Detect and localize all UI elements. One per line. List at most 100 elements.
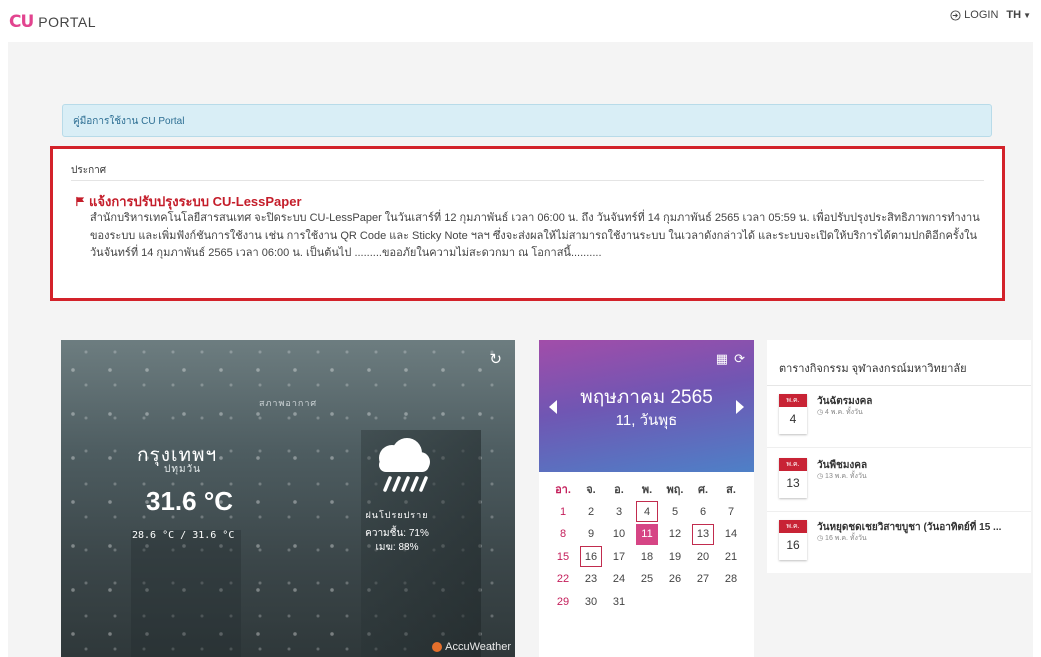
caret-down-icon: ▼ <box>1023 10 1031 20</box>
calendar-day-number: 22 <box>556 573 570 586</box>
calendar-day[interactable]: 9 <box>577 523 605 546</box>
calendar-day[interactable]: 28 <box>717 568 745 591</box>
calendar-day-number: 18 <box>640 550 654 563</box>
accuweather-label: AccuWeather <box>445 641 511 653</box>
event-month: พ.ค. <box>779 394 807 407</box>
calendar-day-number: 11 <box>636 523 658 545</box>
calendar-day-number: 8 <box>559 528 567 541</box>
calendar-day[interactable]: 12 <box>661 523 689 546</box>
calendar-day[interactable]: 24 <box>605 568 633 591</box>
calendar-day[interactable]: 7 <box>717 501 745 524</box>
event-date-badge: พ.ค. 4 <box>779 394 807 434</box>
event-date: 4 <box>789 412 797 426</box>
calendar-day-number: 21 <box>724 550 738 563</box>
calendar-day[interactable]: 29 <box>549 591 577 614</box>
calendar-day-number: 10 <box>612 528 626 541</box>
accuweather-link[interactable]: AccuWeather <box>432 641 511 653</box>
weather-temp-range: 28.6 °C / 31.6 °C <box>132 530 235 541</box>
top-header: CU PORTAL LOGIN TH ▼ <box>0 0 1041 42</box>
announcement-body: สำนักบริหารเทคโนโลยีสารสนเทศ จะปิดระบบ C… <box>90 212 980 259</box>
event-date: 13 <box>786 476 800 490</box>
language-label: TH <box>1006 9 1022 21</box>
weather-label: สภาพอากาศ <box>259 398 318 408</box>
accuweather-sun-icon <box>432 642 443 652</box>
weather-district: ปทุมวัน <box>164 464 201 475</box>
calendar-header: ▦ ⟳ พฤษภาคม 2565 11, วันพุธ <box>539 340 754 472</box>
calendar-day[interactable]: 13 <box>689 523 717 546</box>
calendar-day[interactable]: 23 <box>577 568 605 591</box>
weather-widget: ↻ สภาพอากาศ กรุงเทพฯ ปทุมวัน 31.6 °C 28.… <box>61 340 515 657</box>
event-month: พ.ค. <box>779 458 807 471</box>
calendar-day[interactable]: 31 <box>605 591 633 614</box>
weather-temperature: 31.6 °C <box>146 486 234 516</box>
event-item[interactable]: พ.ค. 13 วันพืชมงคล ◷ 13 พ.ค. ทั้งวัน <box>779 458 1024 503</box>
calendar-day[interactable]: 14 <box>717 523 745 546</box>
calendar-day[interactable]: 20 <box>689 546 717 569</box>
calendar-day[interactable]: 1 <box>549 501 577 524</box>
divider <box>767 385 1031 386</box>
manual-link[interactable]: คู่มือการใช้งาน CU Portal <box>62 104 992 137</box>
calendar-day[interactable]: 5 <box>661 501 689 524</box>
language-dropdown[interactable]: TH ▼ <box>1006 9 1031 21</box>
calendar-day[interactable]: 8 <box>549 523 577 546</box>
calendar-day[interactable]: 27 <box>689 568 717 591</box>
calendar-grid: อา. จ. อ. พ. พฤ. ศ. ส. 1 2 3 4 5 6 7 8 9 10 11 12 13 14 15 16 1… <box>549 478 747 613</box>
announcement-title-text: แจ้งการปรับปรุงระบบ CU-LessPaper <box>89 194 302 209</box>
announcement-panel: ประกาศ แจ้งการปรับปรุงระบบ CU-LessPaper … <box>50 146 1005 301</box>
calendar-day[interactable]: 25 <box>633 568 661 591</box>
calendar-day[interactable]: 19 <box>661 546 689 569</box>
calendar-day[interactable]: 3 <box>605 501 633 524</box>
calendar-day-number: 24 <box>612 573 626 586</box>
event-item[interactable]: พ.ค. 4 วันฉัตรมงคล ◷ 4 พ.ค. ทั้งวัน <box>779 394 1024 439</box>
calendar-day-number: 3 <box>615 505 623 518</box>
announcement-title[interactable]: แจ้งการปรับปรุงระบบ CU-LessPaper <box>75 191 302 212</box>
weekday-header: อ. <box>614 484 624 497</box>
event-date-badge: พ.ค. 16 <box>779 520 807 560</box>
event-date-badge: พ.ค. 13 <box>779 458 807 498</box>
calendar-day-number: 5 <box>671 505 679 518</box>
background-building <box>131 530 241 657</box>
calendar-day[interactable]: 17 <box>605 546 633 569</box>
calendar-day[interactable]: 26 <box>661 568 689 591</box>
login-icon <box>950 9 961 21</box>
calendar-icon[interactable]: ▦ <box>716 351 728 367</box>
calendar-day[interactable]: 16 <box>577 546 605 569</box>
calendar-day[interactable]: 10 <box>605 523 633 546</box>
divider <box>767 447 1031 448</box>
calendar-day-today[interactable]: 11 <box>633 523 661 546</box>
calendar-day[interactable]: 22 <box>549 568 577 591</box>
refresh-icon[interactable]: ⟳ <box>734 351 745 367</box>
login-label: LOGIN <box>964 9 999 21</box>
weekday-header: พฤ. <box>666 484 684 497</box>
calendar-day[interactable]: 6 <box>689 501 717 524</box>
calendar-day-number: 14 <box>724 528 738 541</box>
weather-condition: ฝนโปรยปราย <box>365 510 429 520</box>
calendar-day-number: 9 <box>587 528 595 541</box>
refresh-icon[interactable]: ↻ <box>489 350 502 368</box>
calendar-day-number: 17 <box>612 550 626 563</box>
calendar-day-number: 1 <box>559 505 567 518</box>
weekday-header: อา. <box>555 484 571 497</box>
weekday-header: ส. <box>726 484 736 497</box>
header-actions: LOGIN TH ▼ <box>950 9 1031 21</box>
login-button[interactable]: LOGIN <box>950 9 998 21</box>
event-item[interactable]: พ.ค. 16 วันหยุดชดเชยวิสาขบูชา (วันอาทิตย… <box>779 520 1024 565</box>
events-title: ตารางกิจกรรม จุฬาลงกรณ์มหาวิทยาลัย <box>779 363 967 375</box>
cu-portal-logo[interactable]: CU PORTAL <box>9 12 96 32</box>
calendar-day-number: 28 <box>724 573 738 586</box>
announcement-heading: ประกาศ <box>71 165 107 176</box>
calendar-day[interactable]: 2 <box>577 501 605 524</box>
calendar-day[interactable]: 30 <box>577 591 605 614</box>
calendar-day-number: 16 <box>580 546 602 568</box>
calendar-day-number: 6 <box>699 505 707 518</box>
calendar-day-number: 31 <box>612 595 626 608</box>
calendar-day[interactable]: 4 <box>633 501 661 524</box>
weather-humidity: ความชื้น: 71% <box>365 528 429 539</box>
calendar-day[interactable]: 18 <box>633 546 661 569</box>
calendar-day[interactable]: 21 <box>717 546 745 569</box>
calendar-day-number: 2 <box>587 505 595 518</box>
calendar-widget: ▦ ⟳ พฤษภาคม 2565 11, วันพุธ อา. จ. อ. พ. พฤ.… <box>539 340 754 657</box>
calendar-day[interactable]: 15 <box>549 546 577 569</box>
calendar-day-number: 12 <box>668 528 682 541</box>
calendar-selected-day: 11, วันพุธ <box>615 412 678 429</box>
